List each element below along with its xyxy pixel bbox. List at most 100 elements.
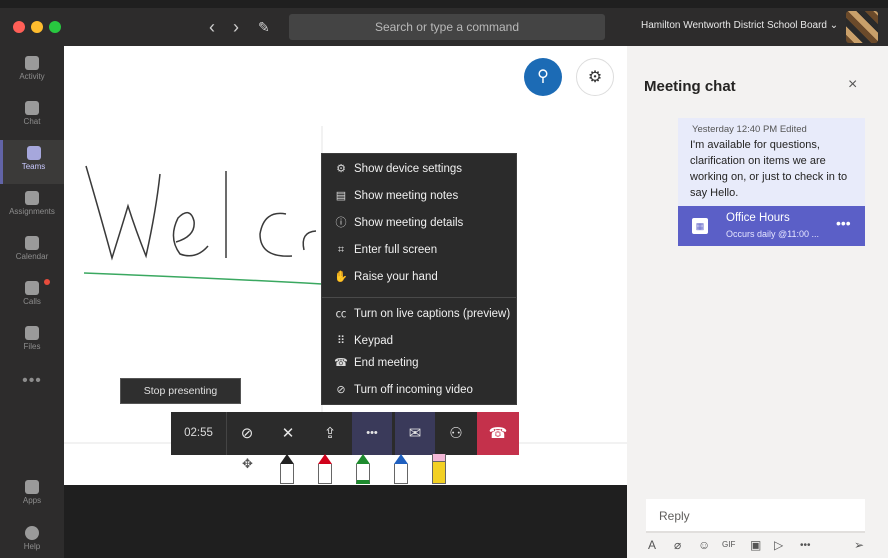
meet-now-icon[interactable]: ▷ <box>774 538 783 552</box>
card-subtitle: Occurs daily @11:00 ... <box>726 229 820 239</box>
menu-item-label: Show meeting notes <box>354 190 459 202</box>
menu-item-end-meeting[interactable]: ☎ End meeting <box>322 352 516 374</box>
menu-item-incoming-video[interactable]: ⊘ Turn off incoming video <box>322 379 516 401</box>
more-icon[interactable]: ••• <box>800 540 811 551</box>
menu-item-meeting-notes[interactable]: ▤ Show meeting notes <box>322 185 516 207</box>
minimize-window-button[interactable] <box>31 21 43 33</box>
menu-item-meeting-details[interactable]: ⓘ Show meeting details <box>322 212 516 234</box>
pen-blue[interactable] <box>394 454 408 484</box>
pen-body <box>356 464 370 484</box>
people-button[interactable]: ⚲ <box>524 58 562 96</box>
menu-item-raise-hand[interactable]: ✋ Raise your hand <box>322 266 516 288</box>
compose-toolbar: A ⌀ ☺ GIF ▣ ▷ ••• ➢ <box>646 538 872 554</box>
pen-tip <box>356 454 370 464</box>
pen-body <box>280 464 294 484</box>
menu-item-full-screen[interactable]: ⌗ Enter full screen <box>322 239 516 261</box>
rail-item-chat[interactable]: Chat <box>0 95 64 139</box>
highlighter-yellow[interactable] <box>432 454 446 484</box>
help-icon <box>25 526 39 540</box>
reply-input[interactable]: Reply <box>646 499 865 533</box>
menu-item-label: Enter full screen <box>354 244 438 256</box>
stage-footer <box>64 485 627 558</box>
more-apps-button[interactable]: ••• <box>0 372 64 390</box>
hand-icon: ✋ <box>334 271 348 283</box>
ink-stroke-e <box>172 212 209 257</box>
pen-green[interactable] <box>356 454 370 484</box>
rail-item-apps[interactable]: Apps <box>0 474 64 518</box>
more-icon: ••• <box>366 427 378 439</box>
assignments-icon <box>25 191 39 205</box>
back-button[interactable]: ‹ <box>209 17 215 37</box>
zoom-window-button[interactable] <box>49 21 61 33</box>
ink-stroke-o <box>302 230 317 251</box>
title-bar: ‹ › ✎ Search or type a command Hamilton … <box>0 8 888 46</box>
sticker-icon[interactable]: ▣ <box>750 538 761 552</box>
card-title: Office Hours <box>726 212 790 224</box>
close-window-button[interactable] <box>13 21 25 33</box>
participants-icon: ⚇ <box>449 425 463 442</box>
compose-icon[interactable]: ✎ <box>258 17 270 37</box>
hang-up-button[interactable]: ☎ <box>477 412 519 455</box>
rail-item-teams[interactable]: Teams <box>0 140 64 184</box>
attach-icon[interactable]: ⌀ <box>674 538 681 552</box>
rail-label: Teams <box>21 162 46 171</box>
close-icon[interactable]: × <box>848 76 857 94</box>
menu-item-label: Turn off incoming video <box>354 384 473 396</box>
menu-item-label: Show device settings <box>354 163 463 175</box>
apps-icon <box>25 480 39 494</box>
video-off-icon: ⊘ <box>336 384 346 396</box>
rail-item-calendar[interactable]: Calendar <box>0 230 64 274</box>
more-icon[interactable]: ••• <box>836 215 851 231</box>
menu-item-label: End meeting <box>354 357 419 369</box>
pen-body <box>394 464 408 484</box>
move-icon[interactable]: ✥ <box>242 456 253 472</box>
call-timer: 02:55 <box>171 412 227 455</box>
rail-label: Activity <box>19 72 45 81</box>
participants-button[interactable]: ⚇ <box>436 412 476 455</box>
share-icon: ⇪ <box>323 425 337 442</box>
send-icon[interactable]: ➢ <box>854 538 864 552</box>
pen-red[interactable] <box>318 454 332 484</box>
phone-icon <box>25 281 39 295</box>
rail-item-files[interactable]: Files <box>0 320 64 364</box>
org-switcher[interactable]: Hamilton Wentworth District School Board… <box>641 20 838 31</box>
office-hours-card[interactable]: ▦ Office Hours Occurs daily @11:00 ... •… <box>678 206 865 246</box>
forward-button[interactable]: › <box>233 17 239 37</box>
meeting-chat-panel: Meeting chat × Yesterday 12:40 PM Edited… <box>627 46 888 558</box>
rail-item-assignments[interactable]: Assignments <box>0 185 64 229</box>
avatar[interactable] <box>846 11 878 43</box>
menu-divider <box>322 297 516 298</box>
chat-title: Meeting chat <box>644 78 736 95</box>
rail-label: Help <box>23 542 41 551</box>
info-icon: ⓘ <box>335 217 347 229</box>
captions-icon: ㏄ <box>335 308 347 320</box>
more-actions-button[interactable]: ••• <box>352 412 392 455</box>
teams-icon <box>26 146 41 160</box>
gif-icon[interactable]: GIF <box>722 540 735 549</box>
stop-presenting-button[interactable]: Stop presenting <box>120 378 241 404</box>
rail-label: Apps <box>22 496 42 505</box>
pen-tip <box>318 454 332 464</box>
format-icon[interactable]: A <box>648 538 656 552</box>
mute-button[interactable]: ✕ <box>268 412 308 455</box>
pen-black[interactable] <box>280 454 294 484</box>
rail-item-calls[interactable]: Calls <box>0 275 64 319</box>
menu-item-keypad[interactable]: ⠿ Keypad <box>322 330 516 352</box>
menu-item-device-settings[interactable]: ⚙ Show device settings <box>322 158 516 180</box>
menu-item-live-captions[interactable]: ㏄ Turn on live captions (preview) <box>322 303 516 325</box>
emoji-icon[interactable]: ☺ <box>698 538 710 552</box>
menu-item-label: Show meeting details <box>354 217 464 229</box>
share-button[interactable]: ⇪ <box>310 412 350 455</box>
rail-item-help[interactable]: Help <box>0 520 64 558</box>
rail-item-activity[interactable]: Activity <box>0 50 64 94</box>
menu-item-label: Turn on live captions (preview) <box>354 308 511 320</box>
conversation-button[interactable]: ✉ <box>395 412 435 455</box>
message-text: I'm available for questions, clarificati… <box>690 139 848 199</box>
notes-icon: ▤ <box>335 190 347 202</box>
search-input[interactable]: Search or type a command <box>289 14 605 40</box>
settings-button[interactable]: ⚙ <box>576 58 614 96</box>
camera-off-button[interactable]: ⊘ <box>227 412 267 455</box>
ink-stroke-c <box>259 212 293 257</box>
rail-label: Calendar <box>15 252 49 261</box>
calendar-icon: ▦ <box>692 218 708 234</box>
